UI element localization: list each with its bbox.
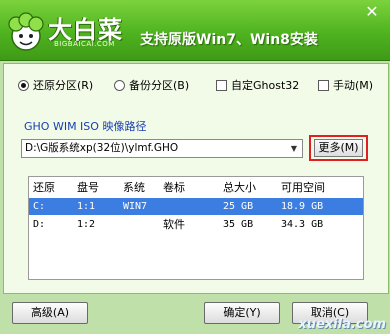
cell-disk: 1:2 bbox=[77, 219, 96, 230]
watermark: xuexila.com bbox=[298, 317, 386, 332]
checkbox-icon bbox=[318, 79, 329, 91]
restore-partition-label: 还原分区(R) bbox=[33, 79, 94, 92]
backup-partition-radio[interactable]: 备份分区(B) bbox=[114, 76, 189, 94]
dropdown-arrow-icon[interactable]: ▼ bbox=[287, 141, 301, 156]
title-slogan: 支持原版Win7、Win8安装 bbox=[140, 32, 318, 48]
cell-system: WIN7 bbox=[123, 201, 148, 212]
main-panel: 还原分区(R) 备份分区(B) 自定Ghost32 手动(M) GHO WIM … bbox=[3, 63, 389, 294]
image-path-value: D:\G版系统xp(32位)\ylmf.GHO bbox=[25, 142, 179, 154]
mode-options: 还原分区(R) 备份分区(B) 自定Ghost32 手动(M) bbox=[4, 76, 388, 94]
column-header: 系统 bbox=[123, 181, 145, 194]
close-icon: ✕ bbox=[365, 2, 379, 21]
table-header: 还原 盘号 系统 卷标 总大小 可用空间 bbox=[29, 179, 363, 196]
column-header: 卷标 bbox=[163, 181, 185, 194]
partition-table[interactable]: 还原 盘号 系统 卷标 总大小 可用空间 C: 1:1 WIN7 25 GB 1… bbox=[28, 176, 364, 280]
checkbox-icon bbox=[216, 79, 227, 91]
title-bar: 大白菜 BIGBAICAI.COM 支持原版Win7、Win8安装 ✕ bbox=[0, 0, 390, 61]
radio-unselected-icon bbox=[114, 79, 125, 91]
cell-free: 34.3 GB bbox=[281, 219, 324, 230]
cell-free: 18.9 GB bbox=[281, 201, 324, 212]
logo-subtitle: BIGBAICAI.COM bbox=[54, 40, 115, 48]
manual-label: 手动(M) bbox=[333, 79, 374, 92]
cell-disk: 1:1 bbox=[77, 201, 96, 212]
radio-selected-icon bbox=[18, 79, 29, 91]
column-header: 总大小 bbox=[223, 181, 256, 194]
column-header: 可用空间 bbox=[281, 181, 325, 194]
image-path-combobox[interactable]: D:\G版系统xp(32位)\ylmf.GHO ▼ bbox=[21, 139, 303, 158]
cell-restore: C: bbox=[33, 201, 46, 212]
cell-total: 25 GB bbox=[223, 201, 254, 212]
custom-ghost-label: 自定Ghost32 bbox=[231, 79, 300, 92]
cell-restore: D: bbox=[33, 219, 46, 230]
table-row-selected[interactable]: C: 1:1 WIN7 25 GB 18.9 GB bbox=[29, 198, 363, 215]
restore-partition-radio[interactable]: 还原分区(R) bbox=[18, 76, 93, 94]
cabbage-logo-icon bbox=[8, 12, 44, 51]
close-button[interactable]: ✕ bbox=[360, 2, 384, 22]
ok-button[interactable]: 确定(Y) bbox=[204, 302, 280, 324]
image-path-label: GHO WIM ISO 映像路径 bbox=[24, 120, 147, 133]
advanced-button[interactable]: 高级(A) bbox=[12, 302, 88, 324]
column-header: 盘号 bbox=[77, 181, 99, 194]
more-button-highlight: 更多(M) bbox=[309, 135, 368, 161]
cell-label: 软件 bbox=[163, 218, 185, 231]
manual-checkbox[interactable]: 手动(M) bbox=[318, 76, 373, 94]
more-button[interactable]: 更多(M) bbox=[314, 139, 363, 157]
app-logo: 大白菜 BIGBAICAI.COM bbox=[4, 6, 144, 58]
backup-partition-label: 备份分区(B) bbox=[129, 79, 190, 92]
column-header: 还原 bbox=[33, 181, 55, 194]
table-row[interactable]: D: 1:2 软件 35 GB 34.3 GB bbox=[29, 216, 363, 233]
cell-total: 35 GB bbox=[223, 219, 254, 230]
custom-ghost-checkbox[interactable]: 自定Ghost32 bbox=[216, 76, 299, 94]
